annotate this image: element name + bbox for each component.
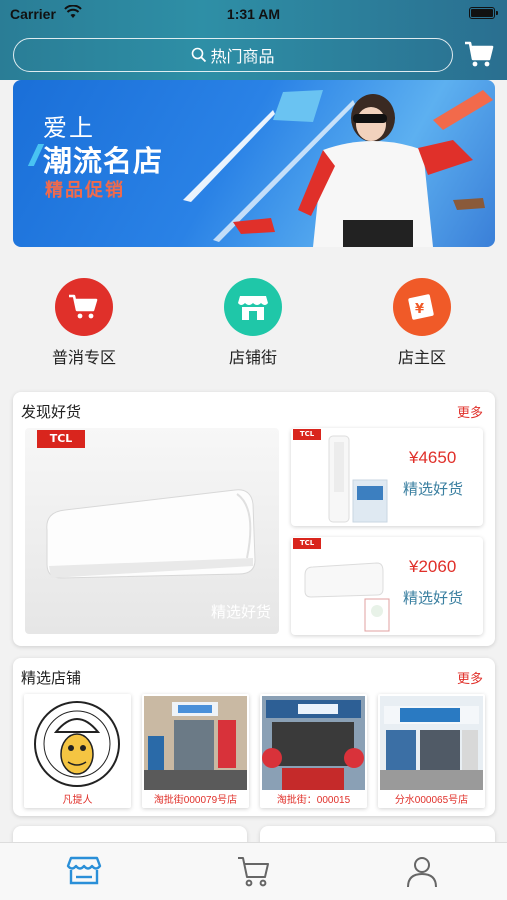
shop-card[interactable]: 淘批街000079号店 bbox=[142, 694, 249, 808]
banner-line-3: 精品促销 bbox=[45, 180, 125, 200]
battery-icon bbox=[469, 7, 498, 19]
cart-icon bbox=[238, 857, 269, 887]
section-title: 精选店铺 bbox=[21, 670, 82, 687]
shop-name: 凡提人 bbox=[62, 795, 93, 806]
store-icon bbox=[224, 278, 282, 336]
tab-home[interactable] bbox=[62, 851, 106, 891]
product-caption: 精选好货 bbox=[403, 481, 464, 498]
category-label: 店主区 bbox=[397, 350, 446, 367]
header: Carrier 1:31 AM 热门商品 bbox=[0, 0, 507, 80]
featured-shops-section: 精选店铺 更多 凡提人 淘批街000079号店 淘批街：000015 分水000… bbox=[13, 658, 495, 816]
shop-card[interactable]: 分水000065号店 bbox=[378, 694, 485, 808]
search-placeholder: 热门商品 bbox=[210, 49, 275, 66]
featured-product[interactable]: TCL 精选好货 bbox=[25, 428, 279, 634]
storefront-photo bbox=[144, 696, 247, 790]
banner-line-2: 潮流名店 bbox=[43, 146, 164, 178]
svg-text:¥: ¥ bbox=[415, 302, 424, 317]
product-caption: 精选好货 bbox=[210, 604, 271, 621]
product-card[interactable]: TCL ¥4650 精选好货 bbox=[291, 428, 483, 526]
shop-name: 分水000065号店 bbox=[394, 795, 469, 806]
cart-icon bbox=[55, 278, 113, 336]
shop-owner-icon: ¥ bbox=[393, 278, 451, 336]
tab-cart[interactable] bbox=[232, 851, 276, 891]
discover-section: 发现好货 更多 TCL 精选好货 TCL ¥4650 精选好货 TCL ¥206… bbox=[13, 392, 495, 646]
cart-icon bbox=[465, 41, 494, 67]
product-card[interactable]: TCL ¥2060 精选好货 bbox=[291, 537, 483, 635]
category-general[interactable]: 普消专区 bbox=[24, 272, 144, 368]
cart-button[interactable] bbox=[463, 38, 495, 70]
promo-banner[interactable]: 爱上 潮流名店 精品促销 bbox=[13, 80, 495, 247]
category-shop-owner[interactable]: ¥ 店主区 bbox=[362, 272, 482, 368]
shop-name: 淘批街：000015 bbox=[276, 795, 351, 806]
store-icon bbox=[66, 856, 102, 885]
more-link[interactable]: 更多 bbox=[457, 668, 483, 687]
clock: 1:31 AM bbox=[226, 6, 281, 22]
split-ac-image bbox=[304, 562, 390, 632]
category-label: 店铺街 bbox=[228, 350, 277, 367]
tab-bar bbox=[0, 842, 507, 900]
storefront-photo bbox=[262, 696, 365, 790]
section-title: 发现好货 bbox=[21, 404, 82, 421]
tab-profile[interactable] bbox=[400, 851, 444, 891]
user-icon bbox=[407, 857, 437, 888]
shop-card[interactable]: 淘批街：000015 bbox=[260, 694, 367, 808]
product-price: ¥2060 bbox=[409, 557, 457, 576]
tower-ac-image bbox=[328, 435, 388, 523]
product-price: ¥4650 bbox=[409, 448, 457, 467]
shop-name: 淘批街000079号店 bbox=[153, 795, 238, 806]
shop-logo bbox=[26, 696, 129, 790]
category-label: 普消专区 bbox=[51, 350, 116, 367]
storefront-photo bbox=[380, 696, 483, 790]
product-caption: 精选好货 bbox=[403, 590, 464, 607]
status-bar: Carrier 1:31 AM bbox=[0, 0, 507, 28]
search-input[interactable]: 热门商品 bbox=[13, 38, 453, 72]
shop-card[interactable]: 凡提人 bbox=[24, 694, 131, 808]
category-row: 普消专区 店铺街 ¥ 店主区 bbox=[0, 272, 507, 372]
more-link[interactable]: 更多 bbox=[457, 402, 483, 421]
category-store-street[interactable]: 店铺街 bbox=[193, 272, 313, 368]
search-icon bbox=[192, 47, 207, 63]
